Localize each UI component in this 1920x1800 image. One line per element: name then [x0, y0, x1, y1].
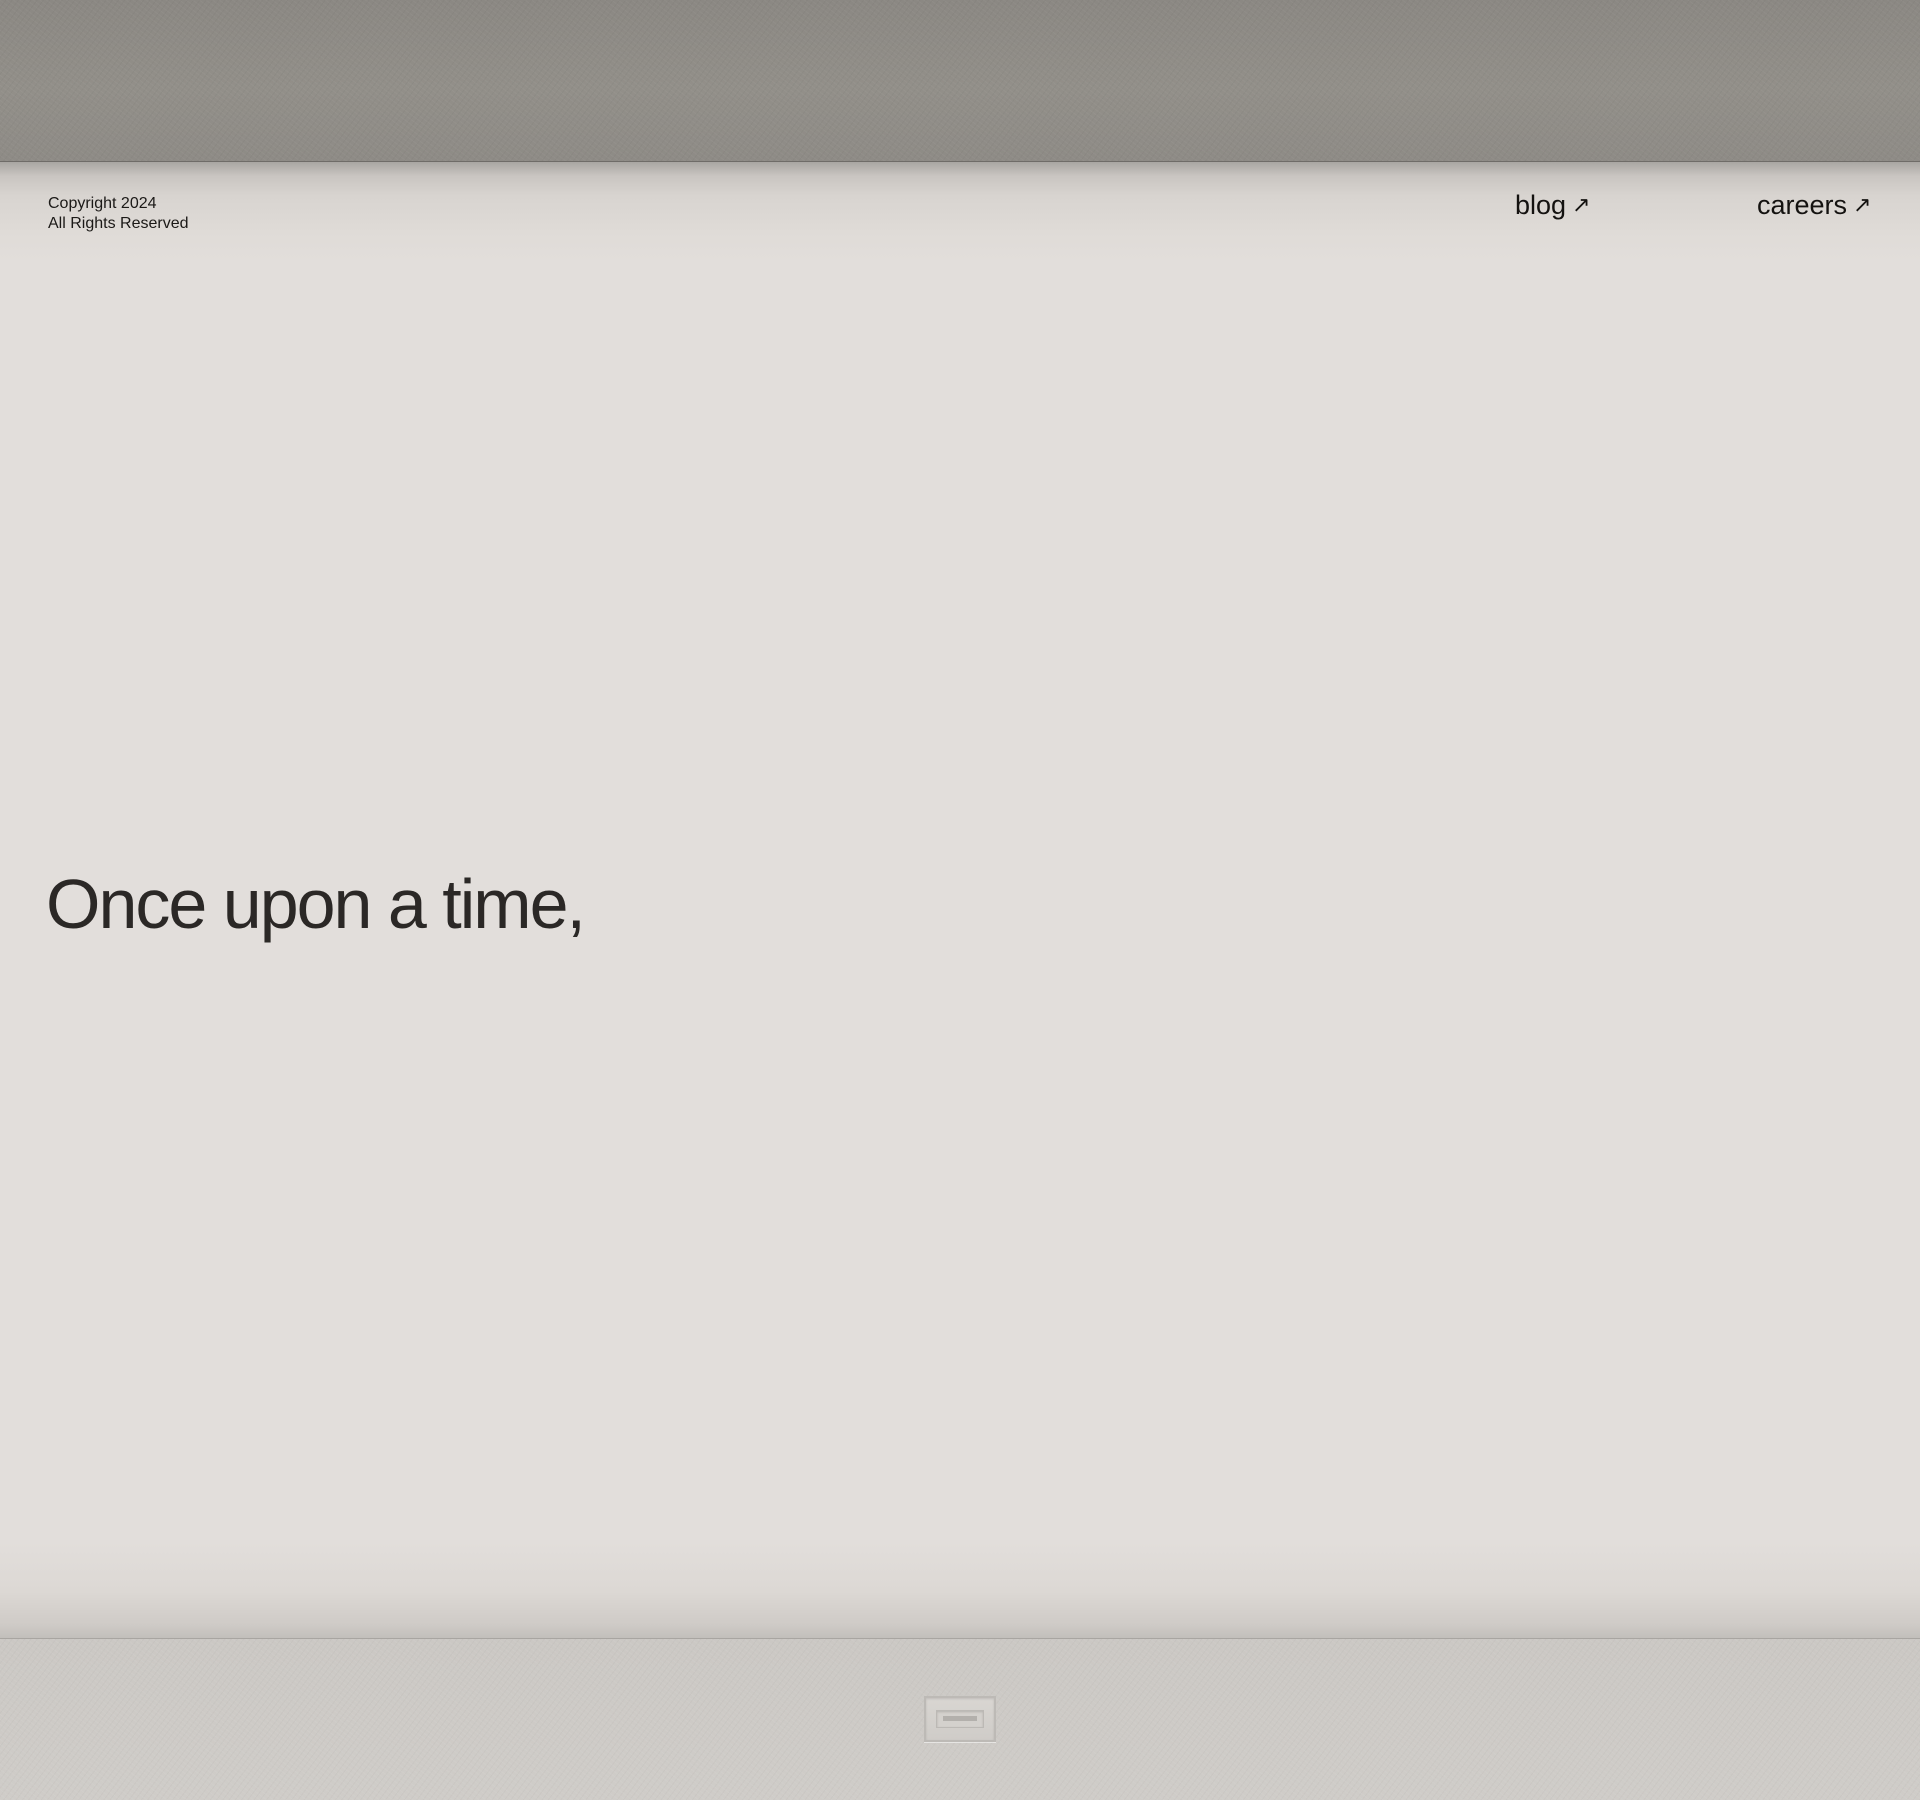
nav-link-blog-label: blog [1515, 190, 1567, 220]
nav-link-blog[interactable]: blog ↗ [1515, 188, 1590, 222]
nav-link-careers-label: careers [1757, 190, 1848, 220]
hero-headline: Once upon a time, [46, 865, 586, 943]
page: Copyright 2024 All Rights Reserved blog ↗… [0, 0, 1920, 1800]
top-panel [0, 0, 1920, 162]
copyright-notice: Copyright 2024 All Rights Reserved [48, 194, 189, 234]
handle-grip-icon [936, 1710, 984, 1728]
drawer-handle[interactable] [924, 1696, 996, 1742]
rights-reserved: All Rights Reserved [48, 215, 189, 232]
nav-link-careers[interactable]: careers ↗ [1757, 188, 1871, 222]
bottom-panel [0, 1638, 1920, 1800]
copyright-year: Copyright 2024 [48, 195, 157, 212]
arrow-up-right-icon: ↗ [1572, 192, 1591, 217]
arrow-up-right-icon: ↗ [1853, 192, 1872, 217]
